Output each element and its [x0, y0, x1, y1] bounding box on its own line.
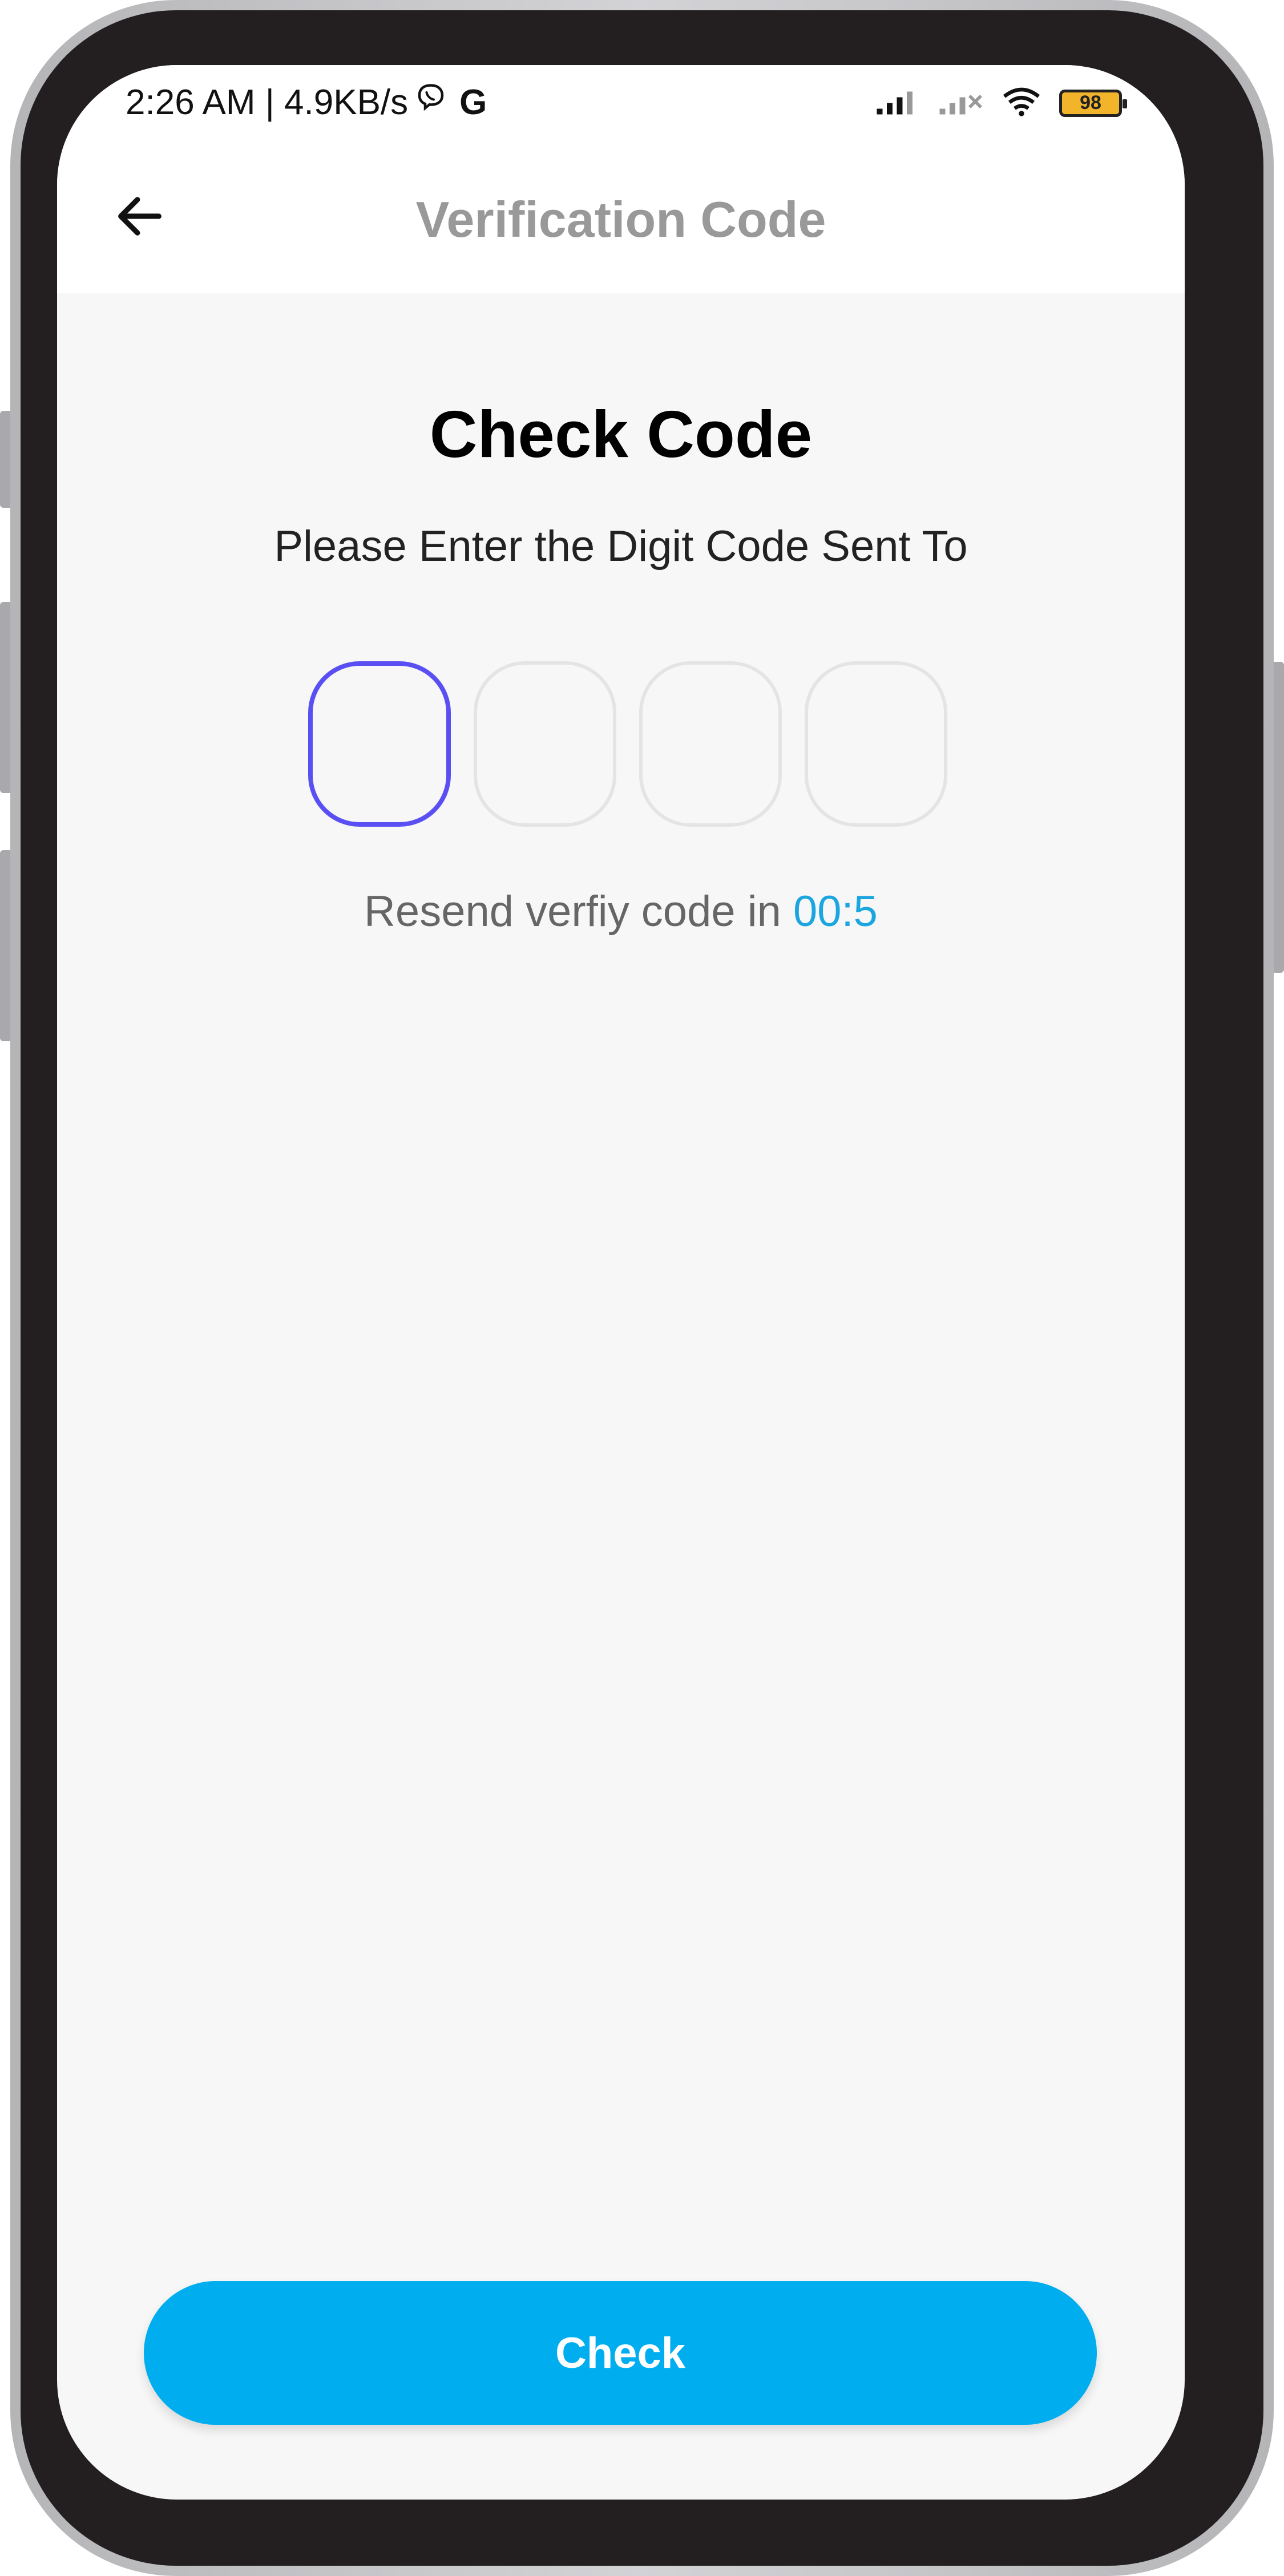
signal-strength-icon	[875, 87, 921, 119]
screen: 2:26 AM | 4.9KB/s G 98 Verification Code…	[57, 65, 1185, 2500]
otp-digit-1[interactable]	[308, 661, 451, 827]
resend-countdown: Resend verfiy code in 00:5	[57, 887, 1185, 936]
resend-timer[interactable]: 00:5	[793, 887, 878, 936]
resend-text: Resend verfiy code in	[364, 887, 781, 936]
otp-input-group	[308, 661, 947, 827]
check-code-heading: Check Code	[429, 397, 813, 471]
otp-digit-3[interactable]	[639, 661, 782, 827]
instruction-text: Please Enter the Digit Code Sent To	[274, 522, 968, 571]
status-left: 2:26 AM | 4.9KB/s G	[126, 81, 487, 124]
status-right: 98	[875, 86, 1127, 120]
check-button[interactable]: Check	[144, 2281, 1097, 2425]
status-bar: 2:26 AM | 4.9KB/s G 98	[57, 65, 1185, 139]
otp-digit-2[interactable]	[474, 661, 616, 827]
google-g-icon: G	[459, 83, 487, 122]
wifi-icon	[1001, 86, 1042, 120]
app-bar: Verification Code	[57, 139, 1185, 293]
otp-digit-4[interactable]	[805, 661, 947, 827]
battery-level: 98	[1080, 92, 1101, 114]
page: 2:26 AM | 4.9KB/s G 98 Verification Code…	[0, 0, 1284, 2576]
signal-no-service-icon	[938, 87, 984, 119]
viber-icon	[414, 81, 448, 124]
page-title: Verification Code	[415, 191, 826, 248]
battery-icon: 98	[1059, 89, 1127, 117]
status-time-speed: 2:26 AM | 4.9KB/s	[126, 83, 409, 122]
